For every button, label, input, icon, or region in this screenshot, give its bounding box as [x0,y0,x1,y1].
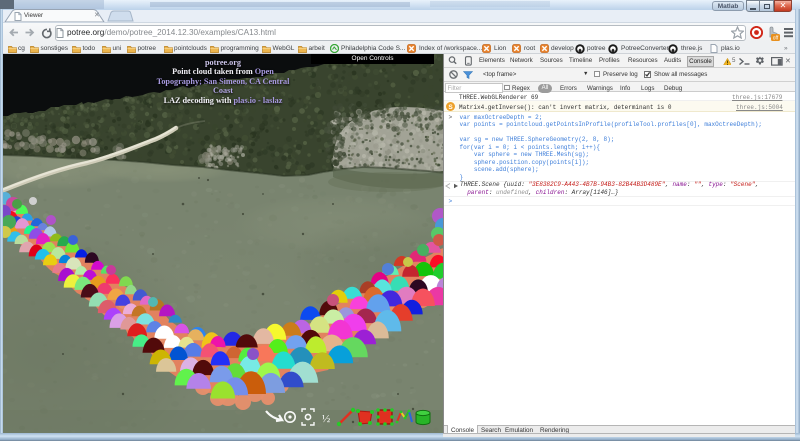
svg-text:½: ½ [322,413,330,425]
svg-text:S: S [448,104,453,111]
svg-text:off: off [773,36,779,42]
